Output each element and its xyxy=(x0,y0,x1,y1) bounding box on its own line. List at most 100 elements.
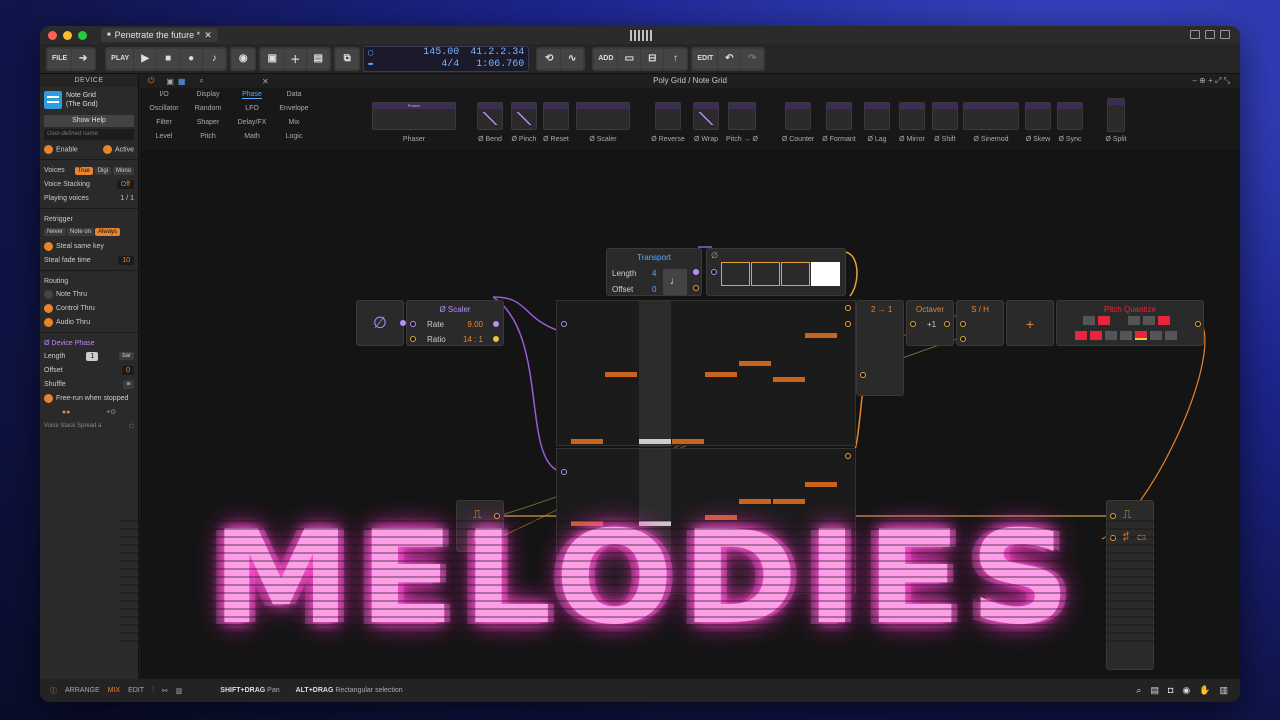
transport-node[interactable]: Transport Length 4 Offset 0 ♩ xyxy=(606,248,702,296)
overdub-icon[interactable]: ▤ xyxy=(307,48,330,69)
automation-icon[interactable]: ♪ xyxy=(203,48,226,69)
note-step[interactable] xyxy=(739,499,771,504)
minimize-window-button[interactable] xyxy=(63,30,72,40)
note-step[interactable] xyxy=(705,515,737,520)
input-port[interactable] xyxy=(561,321,567,327)
add-track-icon[interactable]: ▭ xyxy=(618,48,641,69)
enable-toggle[interactable]: Enable xyxy=(44,144,78,154)
retrigger-always[interactable]: Always xyxy=(95,228,121,236)
key-white[interactable] xyxy=(1165,331,1177,340)
show-help-button[interactable]: Show Help xyxy=(44,115,134,127)
info-icon[interactable]: ⓘ xyxy=(50,686,57,696)
input-port[interactable] xyxy=(910,321,916,327)
control-thru-toggle[interactable]: Control Thru xyxy=(40,301,138,315)
length-unit[interactable]: bar xyxy=(119,352,134,360)
note-step[interactable] xyxy=(805,333,837,338)
key-white[interactable] xyxy=(1105,331,1117,340)
key-black[interactable] xyxy=(1128,316,1140,325)
input-port[interactable] xyxy=(860,372,866,378)
key-white[interactable] xyxy=(1150,331,1162,340)
input-gate-pitch-node[interactable]: ⎍ ♯ xyxy=(456,500,504,552)
punch-icon[interactable]: ⧉ xyxy=(336,48,359,69)
output-node[interactable]: ⎍ ♯ C3 xyxy=(1106,500,1154,670)
close-tab-icon[interactable]: ✕ xyxy=(204,30,212,41)
redo-icon[interactable]: ↷ xyxy=(741,48,764,69)
input-port[interactable] xyxy=(711,269,717,275)
transport-offset-value[interactable]: 0 xyxy=(652,285,656,294)
file-icon[interactable]: ▤ xyxy=(1150,685,1159,696)
output-port[interactable] xyxy=(693,285,699,291)
switch-node[interactable]: 2 → 1 xyxy=(856,300,904,396)
device-icon[interactable]: ◘ xyxy=(1168,685,1173,696)
retrigger-note-on[interactable]: Note on xyxy=(67,228,95,236)
pitch-quantize-node[interactable]: Pitch Quantize xyxy=(1056,300,1204,346)
pitch-sequencer-1[interactable] xyxy=(556,300,856,447)
note-thru-toggle[interactable]: Note Thru xyxy=(40,287,138,301)
cube-icon[interactable]: ⬡ xyxy=(129,423,134,430)
edit-tab[interactable]: EDIT xyxy=(128,687,144,694)
device-name-field[interactable]: User-defined name xyxy=(44,129,134,140)
add-marker-icon[interactable]: ↑ xyxy=(664,48,687,69)
length-value[interactable]: 1 xyxy=(86,351,99,361)
scaler-node[interactable]: Ø Scaler Rate 9.00 Ratio 14 : 1 xyxy=(406,300,504,346)
output-port[interactable] xyxy=(493,336,499,342)
gate-step-node[interactable]: ∅ xyxy=(706,248,846,296)
graph-icon[interactable]: ⫶ xyxy=(152,687,154,695)
free-run-toggle[interactable]: Free-run when stopped xyxy=(40,391,138,405)
note-value-button[interactable]: ♩ xyxy=(663,269,687,295)
record-mode-icon[interactable]: ◉ xyxy=(1182,685,1190,696)
input-port[interactable] xyxy=(1110,513,1116,519)
audio-thru-toggle[interactable]: Audio Thru xyxy=(40,315,138,329)
metronome-icon[interactable]: ◉ xyxy=(232,48,255,69)
voices-option-mono[interactable]: Mono xyxy=(112,166,134,175)
trigger-port[interactable] xyxy=(960,336,966,342)
key-active[interactable] xyxy=(1075,331,1087,340)
output-port[interactable] xyxy=(494,535,500,541)
output-port[interactable] xyxy=(845,305,851,311)
key-white[interactable] xyxy=(1120,331,1132,340)
input-port[interactable] xyxy=(410,321,416,327)
file-menu-button[interactable]: FILE xyxy=(48,48,72,69)
device-card[interactable]: Note Grid (The Grid) xyxy=(40,87,138,113)
edit-menu-button[interactable]: EDIT xyxy=(693,48,718,69)
search-icon[interactable]: ⌕ xyxy=(1136,685,1141,696)
add-clip-icon[interactable]: ＋ xyxy=(284,48,307,69)
retrigger-never[interactable]: Never xyxy=(44,228,67,236)
layout-icon-3[interactable] xyxy=(1220,30,1230,39)
steal-same-key-toggle[interactable]: Steal same key xyxy=(40,239,138,253)
hand-icon[interactable]: ✋ xyxy=(1199,685,1210,696)
offset-value[interactable]: 0 xyxy=(122,365,134,375)
note-step[interactable] xyxy=(605,372,637,377)
key-active[interactable] xyxy=(1135,331,1147,340)
key-black[interactable] xyxy=(1083,316,1095,325)
key-active[interactable] xyxy=(1090,331,1102,340)
key-active[interactable] xyxy=(1098,316,1110,325)
maximize-window-button[interactable] xyxy=(78,30,87,40)
panel-icon[interactable]: ▥ xyxy=(176,687,183,695)
step-cell[interactable] xyxy=(751,262,780,286)
document-tab[interactable]: ■ Penetrate the future * ✕ xyxy=(101,28,218,42)
rate-value[interactable]: 9.00 xyxy=(467,320,483,329)
piano-icon[interactable]: ▥ xyxy=(1219,685,1228,696)
ratio-value[interactable]: 14 : 1 xyxy=(463,335,483,344)
play-menu-button[interactable]: PLAY xyxy=(107,48,134,69)
add-device-icon[interactable]: ⊟ xyxy=(641,48,664,69)
shuffle-button[interactable]: ≘ xyxy=(122,379,134,389)
transport-display[interactable]: ▢ ▬ 145.00 4/4 41.2.2.34 1:06.760 xyxy=(363,45,530,72)
input-port[interactable] xyxy=(410,336,416,342)
sample-hold-node[interactable]: S / H xyxy=(956,300,1004,346)
note-step-active[interactable] xyxy=(639,521,671,526)
note-step[interactable] xyxy=(672,439,704,444)
mix-tab[interactable]: MIX xyxy=(108,687,120,694)
input-port[interactable] xyxy=(561,469,567,475)
voices-option-digi[interactable]: Digi xyxy=(94,166,112,175)
note-step[interactable] xyxy=(773,377,805,382)
note-step[interactable] xyxy=(571,439,603,444)
tempo-value[interactable]: 145.00 xyxy=(394,47,459,59)
transport-length-value[interactable]: 4 xyxy=(652,269,656,278)
arrange-tab[interactable]: ARRANGE xyxy=(65,687,100,694)
output-port[interactable] xyxy=(494,513,500,519)
pitch-sequencer-2[interactable] xyxy=(556,448,856,595)
input-port[interactable] xyxy=(1110,535,1116,541)
note-step[interactable] xyxy=(739,361,771,366)
